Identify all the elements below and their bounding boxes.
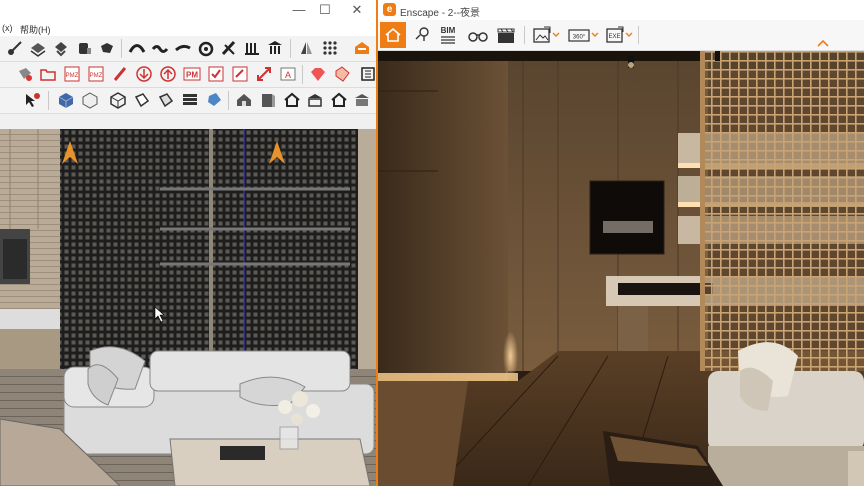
toolbar-row-2: PMZ PMZ PM A [0,62,376,88]
bim-button[interactable]: BIM [436,24,460,46]
svg-text:PMZ: PMZ [90,73,103,79]
chevron-down-icon [591,32,599,37]
sketchup-window: — ☐ ✕ (x) 帮助(H) PMZ PMZ PM A [0,0,376,486]
clapperboard-icon [497,28,515,43]
bim-label: BIM [440,25,456,35]
toolbar-row-1 [0,36,376,62]
knife-icon[interactable] [196,38,216,58]
resize-arrows-icon[interactable] [254,64,274,84]
export-exe-button[interactable]: EXE [602,24,636,46]
pmz-export-icon[interactable]: PMZ [62,64,82,84]
binoculars-icon [468,32,488,42]
push-pull-icon[interactable] [28,38,48,58]
cube-blue-icon[interactable] [56,90,76,110]
box-open-icon[interactable] [108,90,128,110]
menu-item-help[interactable]: 帮助(H) [20,23,51,36]
close-button[interactable]: ✕ [342,0,372,20]
chevron-down-icon [625,32,633,37]
video-editor-button[interactable] [494,24,518,46]
arc-icon[interactable] [97,38,117,58]
pencil-icon[interactable] [110,64,130,84]
folder-open-icon[interactable] [38,64,58,84]
stack-icon[interactable] [180,90,200,110]
home-icon [385,27,401,42]
enscape-logo-icon[interactable] [352,38,372,58]
bezier-icon[interactable] [150,38,170,58]
circle-arrow-down-icon[interactable] [134,64,154,84]
enscape-render-viewport[interactable] [378,51,864,486]
chevron-up-icon [817,39,829,47]
svg-text:360°: 360° [573,35,586,41]
badge-icon[interactable] [332,64,352,84]
pm-icon[interactable]: PM [182,64,202,84]
sketchup-titlebar: — ☐ ✕ [0,0,376,20]
svg-text:PM: PM [186,71,198,80]
material-icon[interactable] [156,90,176,110]
enscape-toolbar: BIM 360° EXE [378,20,864,51]
follow-me-icon[interactable] [5,38,25,58]
export-360-button[interactable]: 360° [565,24,601,46]
svg-text:PMZ: PMZ [66,73,79,79]
menu-item-partial[interactable]: (x) [2,23,13,33]
collapse-toolbar-button[interactable] [816,38,830,48]
spiral-icon[interactable] [173,38,193,58]
export-image-button[interactable] [529,24,563,46]
select-pointer-icon[interactable] [22,90,42,110]
location-button[interactable] [411,24,433,46]
eraser-icon[interactable] [15,64,35,84]
door-icon[interactable] [258,90,278,110]
house-icon[interactable] [234,90,254,110]
home-button[interactable] [380,22,406,48]
export-360-icon: 360° [568,29,590,42]
store-icon[interactable] [305,90,325,110]
export-exe-icon: EXE [606,26,624,43]
building-icon[interactable] [352,90,372,110]
svg-text:EXE: EXE [608,34,620,40]
enscape-logo-icon: e [383,3,396,16]
enscape-window-title: Enscape - 2--夜景 [400,8,481,19]
enscape-titlebar: e Enscape - 2--夜景 [378,0,864,20]
column-icon[interactable] [242,38,262,58]
chevron-down-icon [552,32,560,37]
cube-outline-icon[interactable] [80,90,100,110]
panel-icon[interactable] [358,64,376,84]
toolbar-row-3 [0,88,376,114]
shape-bender-icon[interactable] [219,38,239,58]
export-image-icon [533,26,551,43]
dots-grid-icon[interactable] [320,38,340,58]
enscape-window: e Enscape - 2--夜景 BIM 360° EXE [378,0,864,486]
pmz-import-icon[interactable]: PMZ [86,64,106,84]
circle-arrow-up-icon[interactable] [158,64,178,84]
roof-icon[interactable] [329,90,349,110]
pyramid-icon[interactable] [265,38,285,58]
text-box-icon[interactable]: A [278,64,298,84]
offset-icon[interactable] [51,38,71,58]
paint-bucket-icon[interactable] [74,38,94,58]
sketchup-menubar: (x) 帮助(H) [0,20,376,36]
sketchup-viewport[interactable] [0,129,376,486]
checkbox-icon[interactable] [206,64,226,84]
maximize-button[interactable]: ☐ [310,0,340,20]
scale-icon[interactable] [230,64,250,84]
tilted-cube-icon[interactable] [204,90,224,110]
home-icon[interactable] [282,90,302,110]
binoculars-button[interactable] [466,24,490,46]
face-icon[interactable] [132,90,152,110]
curve-icon[interactable] [127,38,147,58]
svg-text:A: A [285,70,291,80]
gem-icon[interactable] [308,64,328,84]
bim-list-icon [441,35,455,44]
grid-icon[interactable] [296,38,316,58]
location-pin-icon [415,27,429,41]
